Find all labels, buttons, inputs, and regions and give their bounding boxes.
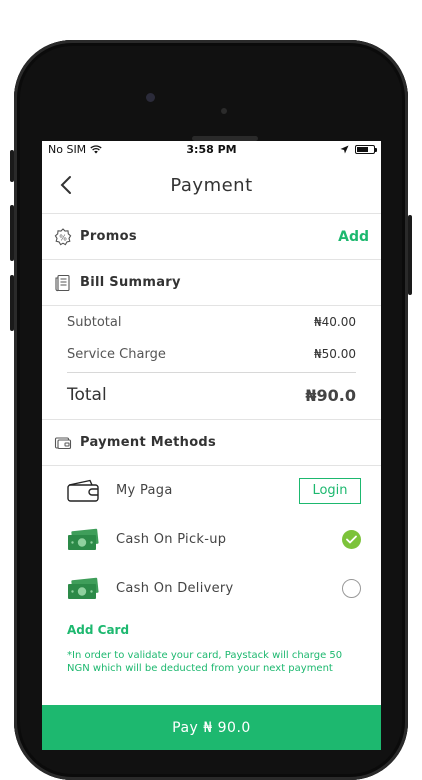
svg-text:%: % [59,233,67,242]
bill-summary-label: Bill Summary [80,275,181,290]
payment-option-cash-delivery[interactable]: Cash On Delivery [42,564,381,613]
cash-icon [68,577,99,599]
promos-label: Promos [80,229,137,244]
status-time: 3:58 PM [186,143,237,156]
total-amount: ₦90.0 [305,385,356,405]
subtotal-row: Subtotal ₦40.00 [67,306,356,338]
paga-login-button[interactable]: Login [299,477,361,504]
check-icon [346,535,357,544]
cash-pickup-radio[interactable] [342,530,361,549]
receipt-icon [55,274,70,291]
pay-button[interactable]: Pay ₦ 90.0 [42,705,381,750]
wallet-icon [67,479,99,502]
paystack-note: *In order to validate your card, Paystac… [67,650,343,674]
payment-methods-header: Payment Methods [42,420,381,466]
app-screen: No SIM 3:58 PM Payment % Promos Add Bill… [42,141,381,750]
nav-bar: Payment [42,158,381,214]
power-button [408,215,412,295]
wallet-card-icon [54,436,72,449]
page-title: Payment [170,175,253,196]
promo-badge-icon: % [54,227,72,245]
total-label: Total [67,385,107,405]
battery-icon [355,145,377,154]
bill-summary-header: Bill Summary [42,260,381,306]
proximity-sensor [221,108,227,114]
cash-delivery-radio[interactable] [342,579,361,598]
cash-icon [68,528,99,550]
service-charge-label: Service Charge [67,346,166,362]
service-charge-amount: ₦50.00 [314,347,356,361]
cash-delivery-label: Cash On Delivery [116,581,234,596]
back-chevron-icon[interactable] [56,174,78,196]
cash-pickup-label: Cash On Pick-up [116,532,227,547]
promos-row: % Promos Add [42,214,381,260]
volume-down-button [10,275,14,331]
total-row: Total ₦90.0 [67,372,356,417]
payment-option-cash-pickup[interactable]: Cash On Pick-up [42,515,381,564]
add-card-link[interactable]: Add Card [42,623,381,637]
front-camera [146,93,155,102]
status-bar: No SIM 3:58 PM [42,141,381,158]
add-promo-button[interactable]: Add [338,229,369,245]
subtotal-amount: ₦40.00 [314,315,356,329]
subtotal-label: Subtotal [67,314,122,330]
volume-up-button [10,205,14,261]
bill-details: Subtotal ₦40.00 Service Charge ₦50.00 To… [42,306,381,420]
payment-methods-label: Payment Methods [80,435,217,450]
service-charge-row: Service Charge ₦50.00 [67,338,356,370]
my-paga-label: My Paga [116,483,173,498]
mute-switch [10,150,14,182]
payment-option-my-paga[interactable]: My Paga Login [42,466,381,515]
